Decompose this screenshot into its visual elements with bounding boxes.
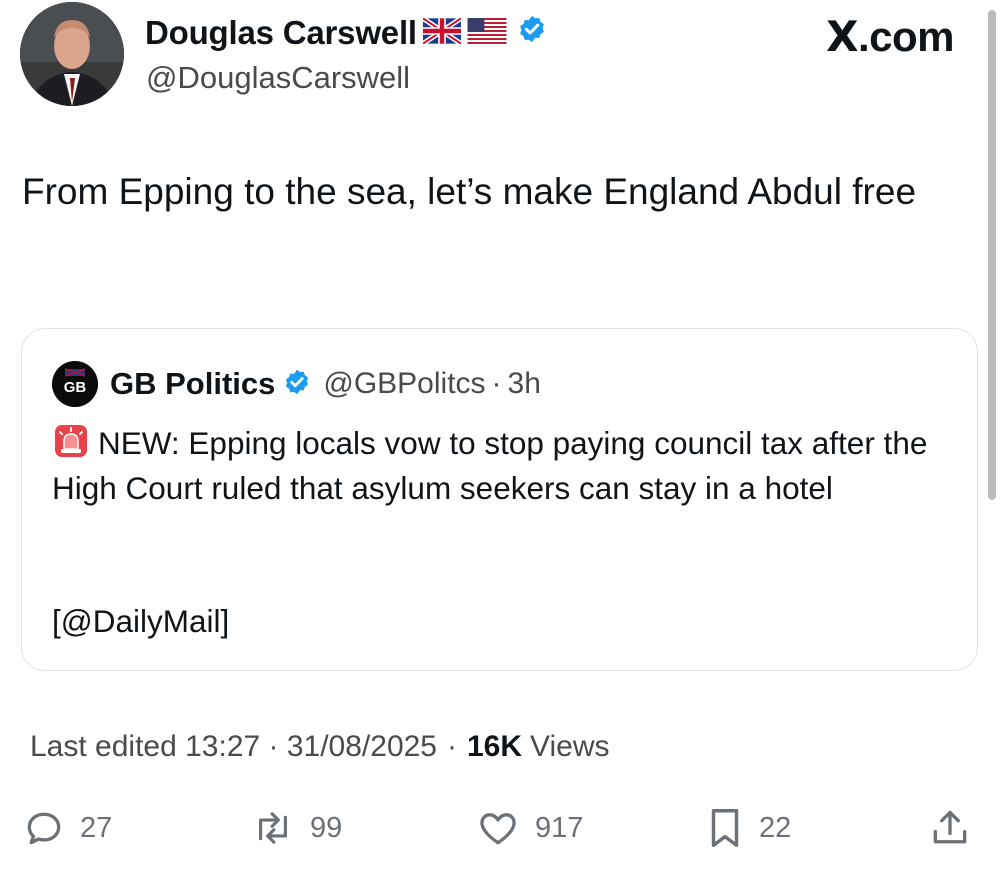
quoted-display-name[interactable]: GB Politics [110, 366, 275, 402]
tweet-text: From Epping to the sea, let’s make Engla… [22, 171, 917, 212]
verified-badge-icon[interactable] [517, 14, 547, 52]
author-name-text: Douglas Carswell [145, 14, 417, 51]
like-button[interactable]: 917 [475, 805, 583, 851]
heart-icon [480, 813, 516, 845]
tweet-actions-bar: 27 99 917 22 [22, 805, 972, 853]
repost-count: 99 [310, 811, 343, 844]
quoted-tweet-body: NEW: Epping locals vow to stop paying co… [52, 421, 952, 511]
x-logo-icon: X [826, 12, 858, 61]
views-label: Views [530, 730, 610, 763]
siren-emoji-icon [52, 422, 90, 460]
quoted-separator: · [491, 367, 502, 400]
quoted-author-avatar[interactable]: GB [52, 361, 98, 407]
x-com-logo: X.com [826, 12, 954, 61]
reply-count: 27 [80, 811, 113, 844]
reply-button[interactable]: 27 [22, 805, 112, 851]
quoted-tweet-card[interactable]: GB GB Politics @GBPolitcs · 3h NEW: Eppi… [21, 328, 978, 671]
share-button[interactable] [928, 805, 972, 851]
us-flag-icon [467, 14, 507, 52]
quoted-avatar-text: GB [64, 379, 87, 396]
author-handle[interactable]: @DouglasCarswell [146, 60, 410, 96]
uk-flag-icon [421, 14, 463, 52]
quoted-timestamp[interactable]: 3h [508, 367, 541, 401]
repost-button[interactable]: 99 [250, 805, 342, 851]
like-count: 917 [535, 811, 584, 844]
bookmark-icon [711, 809, 739, 847]
edited-timestamp[interactable]: Last edited 13:27 · 31/08/2025 [30, 730, 437, 764]
share-icon [933, 810, 967, 844]
tweet-meta: Last edited 13:27 · 31/08/2025 · 16K Vie… [30, 730, 610, 764]
meta-separator: · [447, 730, 457, 763]
quoted-source: [@DailyMail] [52, 603, 230, 639]
brand-site-text: .com [857, 13, 955, 60]
repost-icon [259, 812, 287, 844]
quoted-verified-badge-icon[interactable] [283, 368, 311, 401]
views-count: 16K [467, 730, 523, 763]
quoted-handle[interactable]: @GBPolitcs [323, 367, 485, 401]
reply-icon [27, 812, 61, 845]
author-display-name[interactable]: Douglas Carswell [145, 14, 547, 52]
author-avatar[interactable] [20, 2, 124, 106]
scrollbar[interactable] [988, 10, 996, 500]
bookmark-count: 22 [759, 811, 792, 844]
bookmark-button[interactable]: 22 [705, 805, 791, 851]
quoted-tweet-header: GB GB Politics @GBPolitcs · 3h [52, 361, 541, 407]
quoted-body-text: NEW: Epping locals vow to stop paying co… [52, 425, 928, 506]
